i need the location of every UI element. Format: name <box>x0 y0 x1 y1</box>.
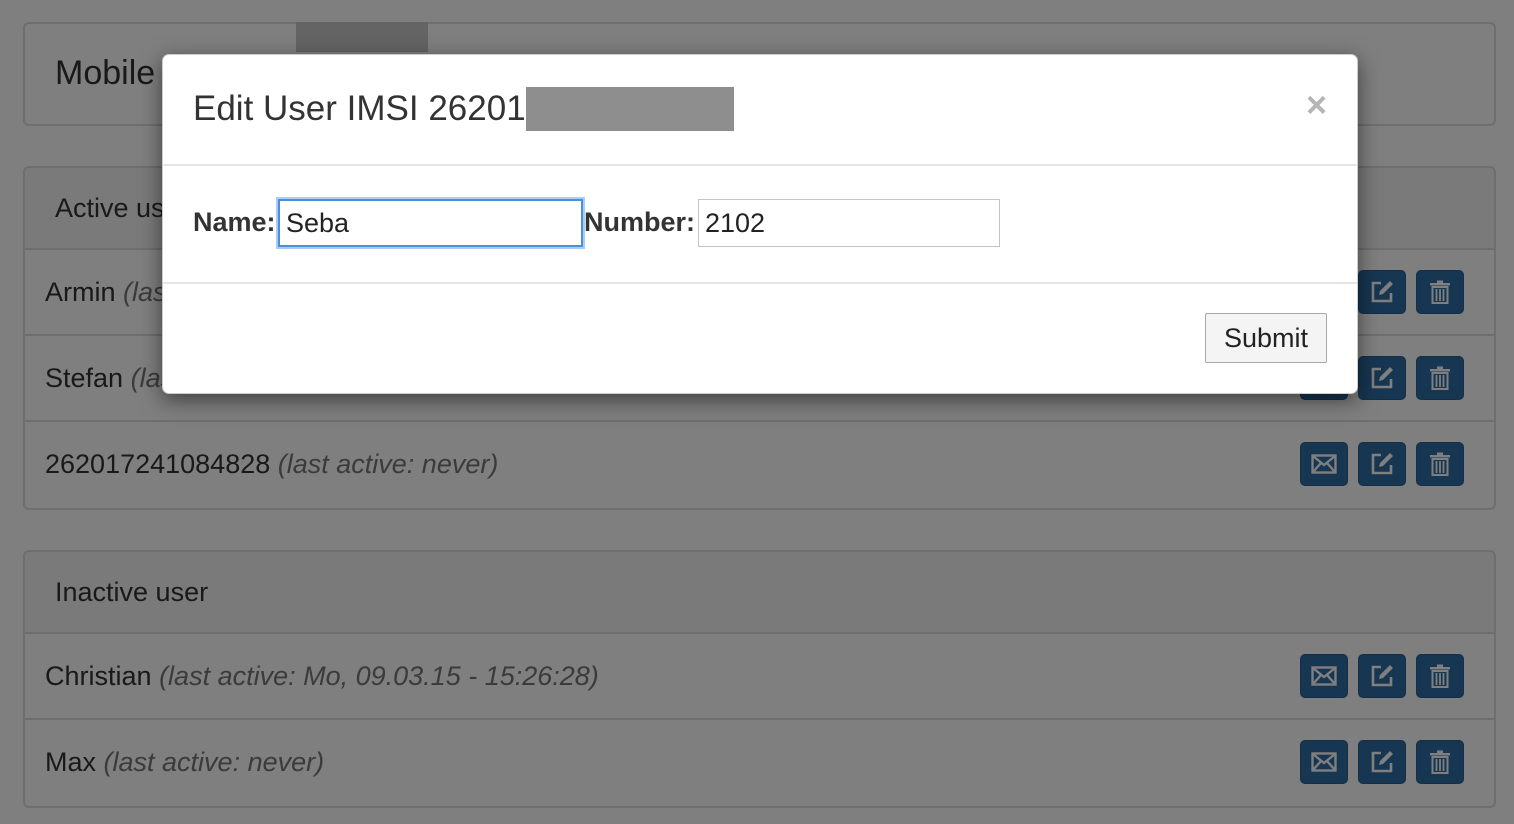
edit-user-dialog: Edit User IMSI 26201 × Name: Number: Sub… <box>162 54 1358 394</box>
redacted-imsi-block <box>525 87 734 131</box>
name-field[interactable] <box>278 199 583 247</box>
page: Mobile Active user Armin (last active: .… <box>0 0 1514 824</box>
dialog-title-text: Edit User IMSI 26201 <box>193 89 526 128</box>
close-icon[interactable]: × <box>1306 85 1327 125</box>
number-field[interactable] <box>698 199 1000 247</box>
dialog-header: Edit User IMSI 26201 × <box>163 55 1357 166</box>
dialog-title: Edit User IMSI 26201 <box>193 87 734 131</box>
dialog-body: Name: Number: <box>163 166 1357 284</box>
number-label: Number: <box>584 207 696 237</box>
submit-button[interactable]: Submit <box>1205 313 1327 363</box>
name-label: Name: <box>193 207 276 237</box>
